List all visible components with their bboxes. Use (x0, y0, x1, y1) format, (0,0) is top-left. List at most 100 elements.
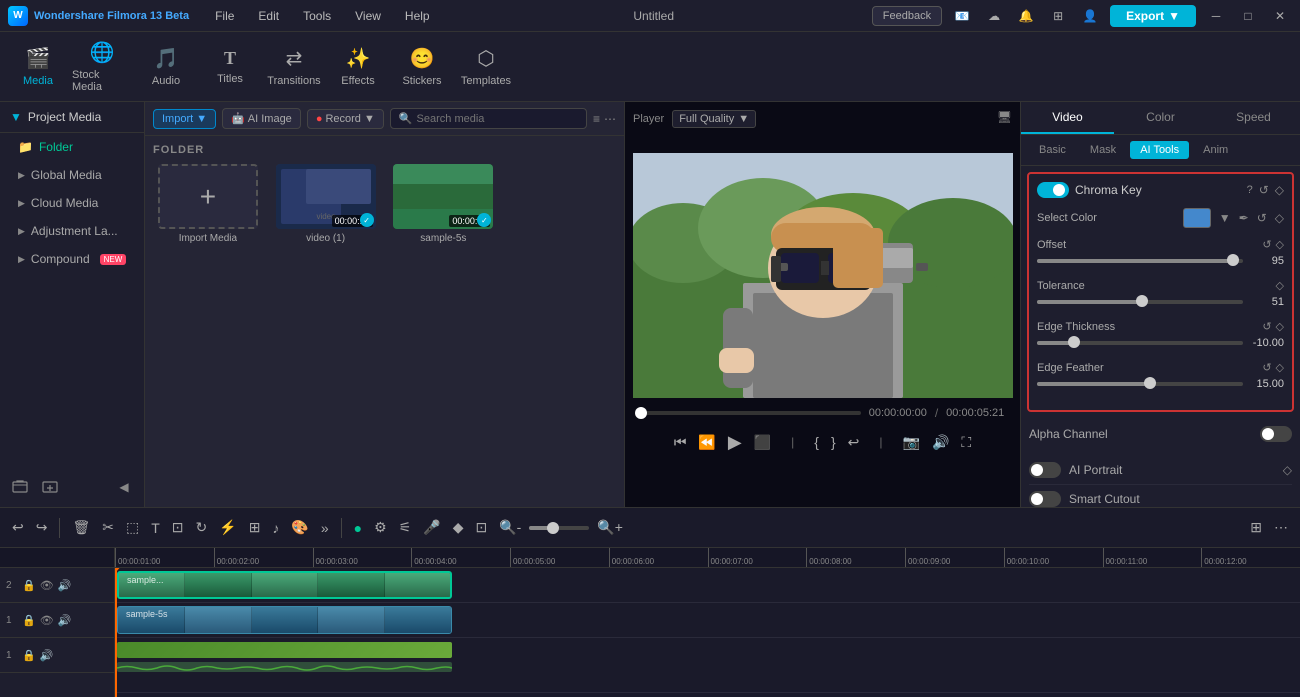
toolbar-stock-media[interactable]: 🌐 Stock Media (72, 37, 132, 97)
step-back-button[interactable]: ⏪ (698, 434, 715, 451)
stop-button[interactable]: ⬛ (754, 434, 771, 451)
snapshot-button[interactable]: 📷 (903, 434, 920, 451)
keyframe-button[interactable]: ◆ (449, 515, 468, 540)
offset-diamond-icon[interactable]: ◇ (1276, 238, 1284, 251)
import-thumb[interactable]: + (158, 164, 258, 229)
progress-bar[interactable] (641, 411, 861, 415)
edge-feather-thumb[interactable] (1144, 377, 1156, 389)
collapse-panel-button[interactable]: ◀ (112, 475, 136, 499)
quality-select[interactable]: Full Quality ▼ (672, 110, 756, 128)
cloud-icon[interactable]: ☁ (982, 4, 1006, 28)
volume-icon-audio[interactable]: 🔊 (40, 649, 54, 662)
select-color-reset[interactable]: ↺ (1257, 211, 1267, 225)
crop-button[interactable]: ⊡ (168, 515, 188, 540)
zoom-slider[interactable] (529, 526, 589, 530)
split-button[interactable]: ⚟ (395, 515, 416, 540)
ai-portrait-toggle[interactable] (1029, 462, 1061, 478)
eye-icon-1[interactable]: 👁 (40, 614, 54, 627)
collapse-icon[interactable]: ▼ (10, 110, 22, 124)
undo-button[interactable]: ↩ (8, 515, 28, 540)
sub-tab-basic[interactable]: Basic (1029, 141, 1076, 159)
tab-speed[interactable]: Speed (1207, 102, 1300, 134)
edge-feather-diamond-icon[interactable]: ◇ (1276, 361, 1284, 374)
more-icon[interactable]: ⋯ (604, 112, 616, 126)
cut-button[interactable]: ✂ (98, 515, 118, 540)
audio-clip[interactable] (117, 642, 452, 658)
chroma-key-toggle[interactable] (1037, 182, 1069, 198)
eyedropper-icon[interactable]: ✒ (1239, 211, 1249, 225)
playhead[interactable] (115, 568, 117, 697)
sidebar-item-adjustment[interactable]: ▶ Adjustment La... (0, 217, 144, 245)
volume-icon-2[interactable]: 🔊 (58, 579, 72, 592)
select-color-diamond[interactable]: ◇ (1275, 211, 1284, 225)
edge-thickness-reset-icon[interactable]: ↺ (1262, 320, 1271, 333)
text-button[interactable]: T (147, 516, 164, 540)
lock-icon-2[interactable]: 🔒 (22, 579, 36, 592)
search-input[interactable] (417, 113, 578, 125)
menu-help[interactable]: Help (399, 7, 436, 25)
user-icon[interactable]: 👤 (1078, 4, 1102, 28)
notification-icon[interactable]: 🔔 (1014, 4, 1038, 28)
media-item-video1[interactable]: video 00:00:13 ✓ video (1) (271, 164, 381, 244)
feedback-button[interactable]: Feedback (872, 6, 942, 26)
video1-clip[interactable]: sample... (117, 571, 452, 599)
volume-icon-1[interactable]: 🔊 (58, 614, 72, 627)
color-swatch[interactable] (1183, 208, 1211, 228)
sub-tab-mask[interactable]: Mask (1080, 141, 1126, 159)
prev-frame-button[interactable]: ⏮ (674, 434, 687, 451)
minimize-button[interactable]: ─ (1204, 4, 1228, 28)
tolerance-thumb[interactable] (1136, 295, 1148, 307)
chroma-reset-icon[interactable]: ↺ (1259, 183, 1269, 197)
tolerance-diamond-icon[interactable]: ◇ (1276, 279, 1284, 292)
layout-button[interactable]: ⊞ (1246, 515, 1266, 540)
color-tool-button[interactable]: 🎨 (287, 515, 312, 540)
volume-button[interactable]: 🔊 (932, 434, 949, 451)
redo-button[interactable]: ↪ (32, 515, 52, 540)
go-to-in-button[interactable]: ↩ (848, 434, 860, 451)
edge-feather-slider[interactable] (1037, 382, 1243, 386)
tolerance-slider[interactable] (1037, 300, 1243, 304)
progress-dot[interactable] (635, 407, 647, 419)
speed-button[interactable]: ⚡ (215, 515, 240, 540)
filter-icon[interactable]: ≡ (593, 112, 600, 126)
edge-thickness-diamond-icon[interactable]: ◇ (1276, 320, 1284, 333)
toolbar-media[interactable]: 🎬 Media (8, 37, 68, 97)
import-media-item[interactable]: + Import Media (153, 164, 263, 244)
ai-image-button[interactable]: 🤖 AI Image (222, 108, 301, 129)
sub-tab-ai-tools[interactable]: AI Tools (1130, 141, 1189, 159)
lock-icon-audio[interactable]: 🔒 (22, 649, 36, 662)
lock-icon-1[interactable]: 🔒 (22, 614, 36, 627)
menu-edit[interactable]: Edit (252, 7, 285, 25)
toolbar-stickers[interactable]: 😊 Stickers (392, 37, 452, 97)
apps-icon[interactable]: ⊞ (1046, 4, 1070, 28)
edge-thickness-slider[interactable] (1037, 341, 1243, 345)
sidebar-item-global-media[interactable]: ▶ Global Media (0, 161, 144, 189)
menu-tools[interactable]: Tools (297, 7, 337, 25)
color-arrow[interactable]: ▼ (1219, 211, 1231, 225)
export-button[interactable]: Export ▼ (1110, 5, 1196, 27)
sub-tab-anim[interactable]: Anim (1193, 141, 1238, 159)
transform-button[interactable]: ⊞ (245, 515, 265, 540)
import-button[interactable]: Import ▼ (153, 109, 216, 129)
record-button[interactable]: ● Record ▼ (307, 109, 384, 129)
menu-file[interactable]: File (209, 7, 240, 25)
sidebar-item-cloud-media[interactable]: ▶ Cloud Media (0, 189, 144, 217)
chroma-diamond-icon[interactable]: ◇ (1275, 183, 1284, 197)
zoom-out-button[interactable]: 🔍- (495, 515, 525, 540)
zoom-in-button[interactable]: 🔍+ (593, 515, 627, 540)
mic-button[interactable]: 🎤 (419, 515, 444, 540)
select-button[interactable]: ⬚ (122, 515, 143, 540)
menu-view[interactable]: View (349, 7, 387, 25)
account-icon[interactable]: 📧 (950, 4, 974, 28)
play-button[interactable]: ▶ (728, 432, 742, 453)
toolbar-templates[interactable]: ⬡ Templates (456, 37, 516, 97)
mark-out-button[interactable]: } (831, 434, 836, 450)
sidebar-item-compound[interactable]: ▶ Compound NEW (0, 245, 144, 273)
screen-icon[interactable]: 🖥 (997, 110, 1012, 124)
offset-reset-icon[interactable]: ↺ (1262, 238, 1271, 251)
close-button[interactable]: ✕ (1268, 4, 1292, 28)
add-folder-button[interactable] (8, 475, 32, 499)
sample5s-clip[interactable]: sample-5s (117, 606, 452, 634)
toolbar-effects[interactable]: ✨ Effects (328, 37, 388, 97)
expand-button[interactable]: ⋯ (1270, 515, 1292, 540)
